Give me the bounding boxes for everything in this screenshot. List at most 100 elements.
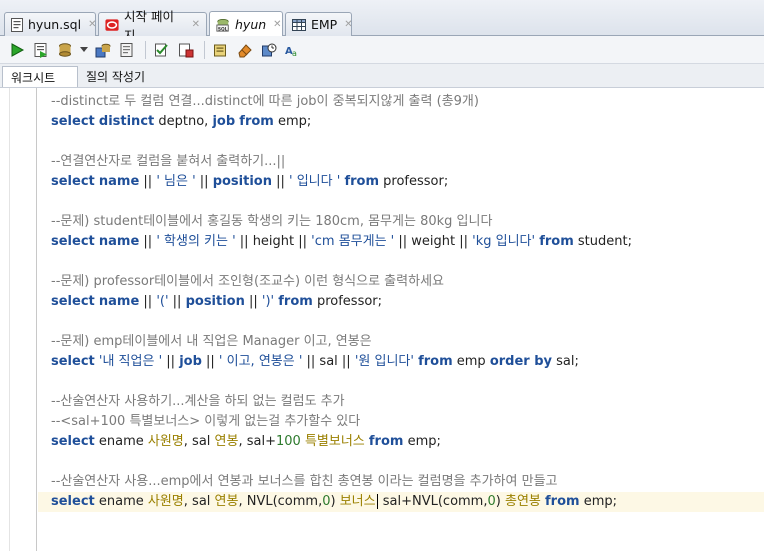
tab-query-builder[interactable]: 질의 작성기 <box>78 66 153 87</box>
tab-emp[interactable]: EMP ✕ <box>285 12 353 36</box>
sql-text: , sal <box>183 434 215 449</box>
sql-text: || <box>139 234 157 249</box>
sql-text: || <box>162 354 180 369</box>
close-icon[interactable]: ✕ <box>192 19 200 30</box>
sql-keyword: position <box>185 294 245 309</box>
code-line[interactable]: --연결연산자로 컬럼을 붙혀서 출력하기...|| <box>51 152 285 172</box>
code-line[interactable]: --산술연산자 사용...emp에서 연봉과 보너스를 합친 총연봉 이라는 컬… <box>51 472 557 492</box>
sql-text: || sal || <box>302 354 355 369</box>
sql-alias: 연봉 <box>214 434 239 449</box>
sql-comment: --문제) emp테이블에서 내 직업은 Manager 이고, 연봉은 <box>51 334 372 349</box>
sql-text: emp; <box>403 434 441 449</box>
code-line[interactable]: --산술연산자 사용하기...계산을 하되 없는 컬럼도 추가 <box>51 392 345 412</box>
run-statement-icon[interactable] <box>6 39 28 61</box>
tab-hyun-worksheet[interactable]: SQL hyun ✕ <box>209 11 283 37</box>
sql-text: professor; <box>312 294 383 309</box>
code-line[interactable]: select name || '(' || position || ')' fr… <box>51 292 382 312</box>
code-line[interactable]: select name || ' 님은 ' || position || ' 입… <box>51 172 448 192</box>
sql-keyword: job <box>179 354 202 369</box>
close-icon[interactable]: ✕ <box>344 19 352 30</box>
sql-text: || <box>195 174 213 189</box>
worksheet-toolbar: Aa <box>0 36 764 64</box>
toolbar-separator <box>204 40 205 59</box>
code-line[interactable]: --문제) professor테이블에서 조인형(조교수) 이런 형식으로 출력… <box>51 272 444 292</box>
tab-label: hyun <box>235 17 267 32</box>
sql-tuning-icon[interactable] <box>175 39 197 61</box>
chevron-down-icon[interactable] <box>78 39 90 61</box>
code-line[interactable]: --문제) emp테이블에서 내 직업은 Manager 이고, 연봉은 <box>51 332 372 352</box>
editor-gutter-divider <box>36 88 37 551</box>
sql-keyword: order by <box>489 354 552 369</box>
editor-margin <box>9 88 10 551</box>
sql-editor[interactable]: --distinct로 두 컬럼 연결...distinct에 따른 job이 … <box>0 88 764 551</box>
code-line[interactable]: select ename 사원명, sal 연봉, NVL(comm,0) 보너… <box>38 492 764 512</box>
sql-text: sal+NVL(comm, <box>378 494 488 509</box>
close-icon[interactable]: ✕ <box>273 19 281 30</box>
sql-string: ')' <box>261 294 275 309</box>
code-line[interactable]: select distinct deptno, job from emp; <box>51 112 311 132</box>
run-script-icon[interactable] <box>30 39 52 61</box>
rollback-icon[interactable] <box>92 39 114 61</box>
code-line[interactable]: --<sal+100 특별보너스> 이렇게 없는걸 추가할수 있다 <box>51 412 360 432</box>
close-icon[interactable]: ✕ <box>88 19 96 30</box>
sql-alias: 총연봉 <box>504 494 541 509</box>
sql-text: professor; <box>379 174 449 189</box>
sql-alias: 사원명 <box>147 434 184 449</box>
sql-keyword: select <box>51 354 95 369</box>
sql-text: , sal+ <box>238 434 276 449</box>
sql-comment: --산술연산자 사용하기...계산을 하되 없는 컬럼도 추가 <box>51 394 345 409</box>
sql-text: ) <box>495 494 505 509</box>
sql-keyword: name <box>98 174 140 189</box>
sql-keyword: from <box>539 234 574 249</box>
sql-keyword: from <box>368 434 404 449</box>
text-caret <box>376 494 378 509</box>
sql-file-icon <box>11 17 23 32</box>
sql-text: , NVL(comm, <box>238 494 323 509</box>
sql-worksheet-icon: SQL <box>216 18 230 32</box>
sql-text: emp; <box>579 494 617 509</box>
autotrace-icon[interactable] <box>151 39 173 61</box>
sql-number: 0 <box>322 494 331 509</box>
explain-plan-icon[interactable] <box>116 39 138 61</box>
sql-text: sal; <box>552 354 579 369</box>
sql-alias: 사원명 <box>147 494 184 509</box>
sql-string: ' 학생의 키는 ' <box>156 234 236 249</box>
sql-number: 0 <box>487 494 496 509</box>
sql-comment: --연결연산자로 컬럼을 붙혀서 출력하기...|| <box>51 154 286 169</box>
editor-tab-bar: hyun.sql ✕ 시작 페이지 ✕ SQL hyun ✕ EMP ✕ <box>0 0 764 43</box>
commit-icon[interactable] <box>54 39 76 61</box>
table-grid-icon <box>292 18 306 32</box>
sql-keyword: from <box>278 294 313 309</box>
eraser-icon[interactable] <box>234 39 256 61</box>
sql-alias: 연봉 <box>214 494 239 509</box>
code-line[interactable]: select '내 직업은 ' || job || ' 이고, 연봉은 ' ||… <box>51 352 579 372</box>
sql-text: || <box>201 354 219 369</box>
code-line[interactable]: --문제) student테이블에서 홍길동 학생의 키는 180cm, 몸무게… <box>51 212 492 232</box>
tab-start-page[interactable]: 시작 페이지 ✕ <box>98 9 207 43</box>
sql-text: ename <box>94 434 148 449</box>
sql-comment: --문제) professor테이블에서 조인형(조교수) 이런 형식으로 출력… <box>51 274 444 289</box>
history-icon[interactable] <box>258 39 280 61</box>
sql-keyword: job <box>212 114 236 129</box>
format-icon[interactable]: Aa <box>282 39 304 61</box>
sql-alias: 특별보너스 <box>304 434 365 449</box>
sql-string: ' 입니다 ' <box>289 174 341 189</box>
code-line[interactable]: --distinct로 두 컬럼 연결...distinct에 따른 job이 … <box>51 92 479 112</box>
sql-comment: --문제) student테이블에서 홍길동 학생의 키는 180cm, 몸무게… <box>51 214 493 229</box>
sql-string: '(' <box>156 294 169 309</box>
tab-label: hyun.sql <box>28 17 82 32</box>
sql-string: ' 이고, 연봉은 ' <box>218 354 303 369</box>
sql-text: || <box>271 174 290 189</box>
sql-text: || weight || <box>394 234 473 249</box>
tab-label: EMP <box>311 17 338 32</box>
sql-string: '내 직업은 ' <box>98 354 163 369</box>
clear-icon[interactable] <box>210 39 232 61</box>
svg-text:a: a <box>292 49 297 58</box>
tab-hyun-sql[interactable]: hyun.sql ✕ <box>4 12 96 36</box>
tab-worksheet[interactable]: 워크시트 <box>2 66 78 87</box>
code-line[interactable]: select ename 사원명, sal 연봉, sal+100 특별보너스 … <box>51 432 441 452</box>
sql-text: ename <box>94 494 148 509</box>
sql-text: student; <box>573 234 632 249</box>
sql-text: || height || <box>235 234 312 249</box>
code-line[interactable]: select name || ' 학생의 키는 ' || height || '… <box>51 232 632 252</box>
